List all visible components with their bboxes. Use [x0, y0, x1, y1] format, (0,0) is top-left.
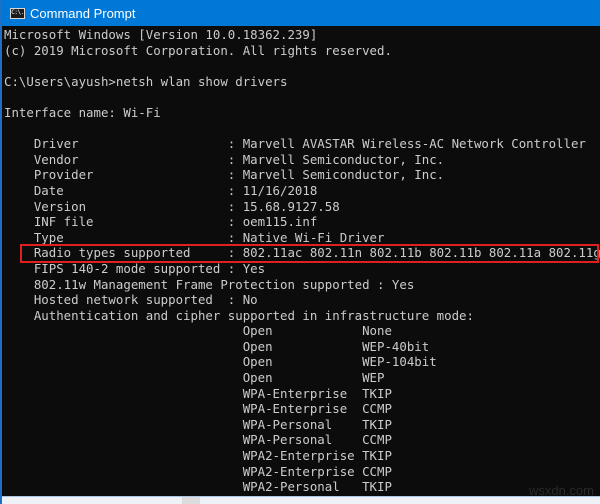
console-line: Type : Native Wi-Fi Driver	[4, 229, 385, 245]
console-line: FIPS 140-2 mode supported : Yes	[4, 260, 266, 276]
console-line: Provider : Marvell Semiconductor, Inc.	[4, 167, 445, 183]
console-line: Vendor : Marvell Semiconductor, Inc.	[4, 151, 445, 167]
console-line: Version : 15.68.9127.58	[4, 198, 340, 214]
cmd-icon: C:\.	[10, 7, 25, 19]
console-line: WPA2-Enterprise TKIP	[4, 448, 392, 464]
title-bar[interactable]: C:\. Command Prompt	[2, 0, 600, 26]
console-line: WPA-Enterprise CCMP	[4, 401, 392, 417]
console-line: Open WEP-40bit	[4, 338, 430, 354]
console-line: Authentication and cipher supported in i…	[4, 307, 474, 323]
command-prompt-window: C:\. Command Prompt Microsoft Windows [V…	[0, 0, 600, 504]
radio-types-highlight-box	[20, 244, 599, 263]
console-line: Open None	[4, 323, 392, 339]
console-line: 802.11w Management Frame Protection supp…	[4, 276, 415, 292]
console-line: Driver : Marvell AVASTAR Wireless-AC Net…	[4, 136, 586, 152]
window-title: Command Prompt	[30, 5, 136, 21]
cmd-icon-label: C:\.	[11, 9, 24, 16]
console-line: INF file : oem115.inf	[4, 214, 318, 230]
horizontal-scrollbar[interactable]	[2, 496, 600, 504]
console-line: Open WEP	[4, 370, 385, 386]
console-line: C:\Users\ayush>netsh wlan show drivers	[4, 73, 288, 89]
console-line: Date : 11/16/2018	[4, 182, 318, 198]
console-line: WPA2-Personal TKIP	[4, 479, 392, 495]
scrollbar-thumb[interactable]	[182, 497, 200, 504]
console-line: WPA2-Enterprise CCMP	[4, 463, 392, 479]
console-line: WPA-Enterprise TKIP	[4, 385, 392, 401]
console-line: Open WEP-104bit	[4, 354, 437, 370]
console-line: WPA-Personal TKIP	[4, 416, 392, 432]
console-line: Hosted network supported : No	[4, 292, 258, 308]
console-line: Microsoft Windows [Version 10.0.18362.23…	[4, 27, 318, 42]
console-line: Interface name: Wi-Fi	[4, 104, 161, 120]
console-line: (c) 2019 Microsoft Corporation. All righ…	[4, 42, 392, 58]
console-line: WPA-Personal CCMP	[4, 432, 392, 448]
